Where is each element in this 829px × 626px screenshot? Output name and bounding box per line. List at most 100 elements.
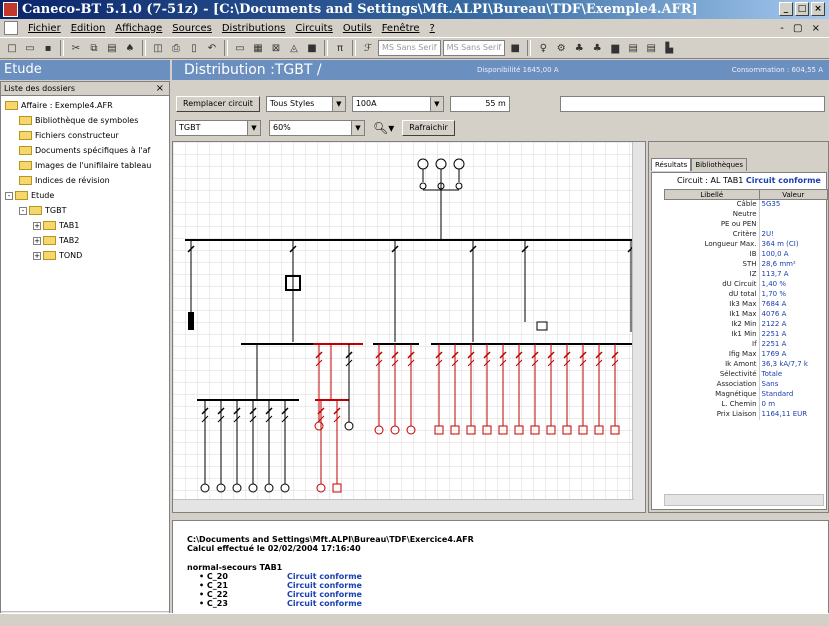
collapse-icon[interactable]: - xyxy=(5,191,13,200)
results-row[interactable]: Ik Amont 36,3 kA/7,7 k xyxy=(665,359,828,370)
expand-icon[interactable]: + xyxy=(33,221,41,230)
length-field[interactable]: 55 m xyxy=(449,96,510,112)
report-icon[interactable]: ▤ xyxy=(625,40,641,56)
tree-item[interactable]: + TAB2 xyxy=(1,233,169,248)
results-row[interactable]: Ik1 Max 4076 A xyxy=(665,309,828,320)
document-icon[interactable] xyxy=(4,21,18,35)
preview-icon[interactable]: ◫ xyxy=(150,40,166,56)
copy-icon[interactable]: ⧉ xyxy=(86,40,102,56)
menu-fenetre[interactable]: Fenêtre xyxy=(382,23,420,34)
network-icon[interactable]: ♣ xyxy=(571,40,587,56)
book-icon[interactable]: ▯ xyxy=(186,40,202,56)
paste-icon[interactable]: ▤ xyxy=(104,40,120,56)
undo-icon[interactable]: ↶ xyxy=(204,40,220,56)
replace-circuit-button[interactable]: Remplacer circuit xyxy=(176,96,260,112)
menu-circuits[interactable]: Circuits xyxy=(295,23,332,34)
results-row[interactable]: PE ou PEN xyxy=(665,219,828,230)
results-row[interactable]: dU total 1,70 % xyxy=(665,289,828,300)
results-row[interactable]: IB 100,0 A xyxy=(665,249,828,260)
results-row[interactable]: Câble 5G35 xyxy=(665,199,828,210)
results-row[interactable]: Critère 2U! xyxy=(665,229,828,240)
menu-edition[interactable]: Edition xyxy=(71,23,106,34)
results-row[interactable]: If 2251 A xyxy=(665,339,828,350)
single-line-diagram[interactable] xyxy=(172,141,646,513)
save-icon[interactable]: ▪ xyxy=(40,40,56,56)
tools-icon[interactable]: ⚙ xyxy=(553,40,569,56)
font-select-1[interactable]: MS Sans Serif xyxy=(378,40,441,56)
results-row[interactable]: Association Sans xyxy=(665,379,828,390)
tree-item[interactable]: + TOND xyxy=(1,248,169,263)
tab-results[interactable]: Résultats xyxy=(651,158,692,171)
expand-icon[interactable]: + xyxy=(33,251,41,260)
grid-icon[interactable]: ▦ xyxy=(250,40,266,56)
menu-sources[interactable]: Sources xyxy=(172,23,212,34)
tree-item[interactable]: Affaire : Exemple4.AFR xyxy=(1,98,169,113)
menu-distributions[interactable]: Distributions xyxy=(222,23,286,34)
select-tool-icon[interactable]: ⊠ xyxy=(268,40,284,56)
network2-icon[interactable]: ♣ xyxy=(589,40,605,56)
frame-icon[interactable]: ▭ xyxy=(232,40,248,56)
tree-item[interactable]: Images de l'unifilaire tableau xyxy=(1,158,169,173)
mdi-controls[interactable]: - ▢ × xyxy=(780,23,829,34)
results-row[interactable]: Sélectivité Totale xyxy=(665,369,828,380)
results-row[interactable]: Ik3 Max 7684 A xyxy=(665,299,828,310)
results-row[interactable]: Magnétique Standard xyxy=(665,389,828,400)
chart-icon[interactable]: ◬ xyxy=(286,40,302,56)
tree-item[interactable]: Indices de révision xyxy=(1,173,169,188)
color-icon[interactable]: ■ xyxy=(304,40,320,56)
result-label: If xyxy=(752,340,757,348)
export-icon[interactable]: ▙ xyxy=(661,40,677,56)
results-scrollbar[interactable] xyxy=(664,494,824,506)
results-row[interactable]: Neutre xyxy=(665,209,828,220)
new-icon[interactable]: □ xyxy=(4,40,20,56)
zoom-select[interactable]: 60% ▼ xyxy=(269,120,365,136)
close-panel-icon[interactable]: × xyxy=(156,82,164,95)
magnifier-icon[interactable]: 🔍︎▾ xyxy=(373,121,394,135)
minimize-button[interactable]: _ xyxy=(779,2,793,16)
text-tool-icon[interactable]: ℱ xyxy=(360,40,376,56)
diagram-vertical-scrollbar[interactable] xyxy=(632,142,645,512)
find-icon[interactable]: ♠ xyxy=(122,40,138,56)
results-row[interactable]: L. Chemin 0 m xyxy=(665,399,828,410)
fill-color-icon[interactable]: ■ xyxy=(507,40,523,56)
tab-libraries[interactable]: Bibliothèques xyxy=(691,158,747,171)
tree-item[interactable]: Bibliothèque de symboles xyxy=(1,113,169,128)
tree-item[interactable]: Documents spécifiques à l'af xyxy=(1,143,169,158)
results-row[interactable]: dU Circuit 1,40 % xyxy=(665,279,828,290)
maximize-button[interactable]: □ xyxy=(795,2,809,16)
column-header-value[interactable]: Valeur xyxy=(758,189,829,200)
menu-help[interactable]: ? xyxy=(430,23,435,34)
refresh-button[interactable]: Rafraichir xyxy=(402,120,455,136)
results-row[interactable]: Ifig Max 1769 A xyxy=(665,349,828,360)
column-header-label[interactable]: Libellé xyxy=(664,189,760,200)
diagram-horizontal-scrollbar[interactable] xyxy=(173,499,634,512)
comment-field[interactable] xyxy=(560,96,825,112)
tree-item[interactable]: - Etude xyxy=(1,188,169,203)
results-row[interactable]: Ik1 Min 2251 A xyxy=(665,329,828,340)
tree-item[interactable]: Fichiers constructeur xyxy=(1,128,169,143)
print-icon[interactable]: ⎙ xyxy=(168,40,184,56)
report2-icon[interactable]: ▤ xyxy=(643,40,659,56)
style-select[interactable]: Tous Styles ▼ xyxy=(265,96,346,112)
results-row[interactable]: Prix Liaison 1164,11 EUR xyxy=(665,409,828,420)
collapse-icon[interactable]: - xyxy=(19,206,27,215)
current-select[interactable]: 100A ▼ xyxy=(351,96,444,112)
results-row[interactable]: IZ 113,7 A xyxy=(665,269,828,280)
open-icon[interactable]: ▭ xyxy=(22,40,38,56)
menu-outils[interactable]: Outils xyxy=(343,23,372,34)
menu-fichier[interactable]: Fichier xyxy=(28,23,61,34)
close-button[interactable]: × xyxy=(811,2,825,16)
formula-icon[interactable]: π xyxy=(332,40,348,56)
cut-icon[interactable]: ✂ xyxy=(68,40,84,56)
font-select-2[interactable]: MS Sans Serif xyxy=(442,40,506,56)
results-row[interactable]: Longueur Max. 364 m (CI) xyxy=(665,239,828,250)
results-row[interactable]: Ik2 Min 2122 A xyxy=(665,319,828,330)
tree-item[interactable]: + TAB1 xyxy=(1,218,169,233)
lightbulb-icon[interactable]: ♀ xyxy=(535,40,551,56)
book2-icon[interactable]: ▆ xyxy=(607,40,623,56)
menu-affichage[interactable]: Affichage xyxy=(115,23,162,34)
expand-icon[interactable]: + xyxy=(33,236,41,245)
tree-item[interactable]: - TGBT xyxy=(1,203,169,218)
results-row[interactable]: STH 28,6 mm² xyxy=(665,259,828,270)
board-select[interactable]: TGBT ▼ xyxy=(175,120,261,136)
